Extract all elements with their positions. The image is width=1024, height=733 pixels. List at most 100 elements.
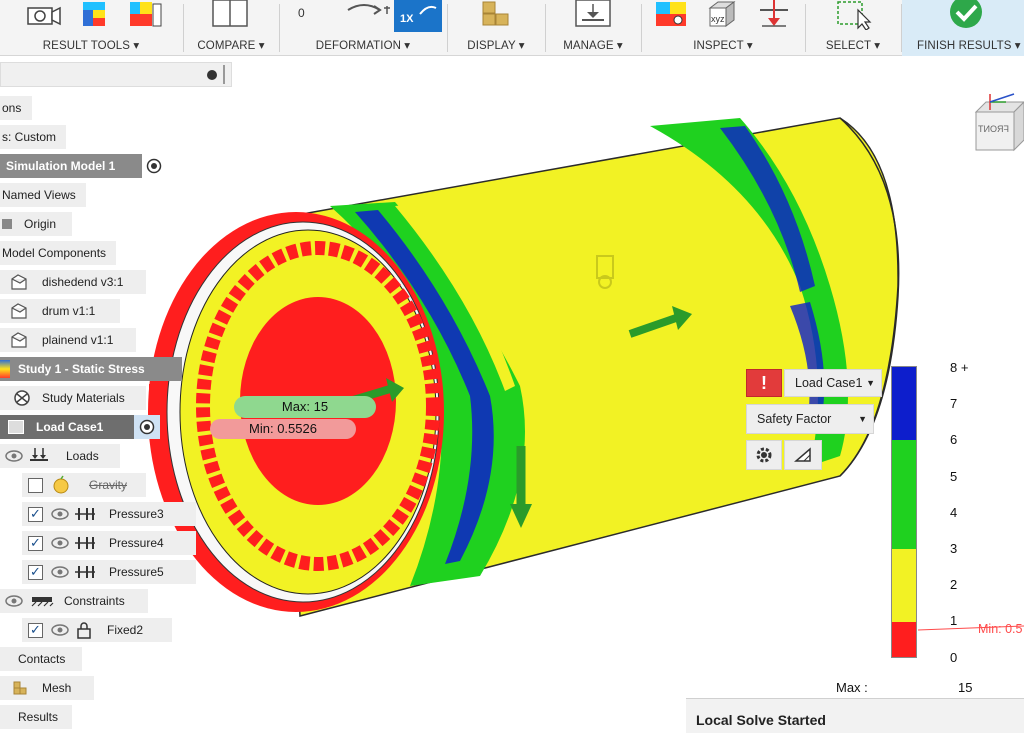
tree-node-contacts[interactable]: Contacts: [0, 647, 82, 671]
tree-node-load-case[interactable]: Load Case1: [0, 415, 134, 439]
tree-node-fixed2[interactable]: ✓ Fixed2: [22, 618, 172, 642]
tree-label: Fixed2: [107, 623, 144, 637]
manage-group[interactable]: MANAGE ▾: [546, 0, 640, 56]
pressure-icon: [75, 508, 95, 520]
load-case-dropdown[interactable]: Load Case1 ▼: [784, 369, 882, 397]
tree-node-dishedend[interactable]: dishedend v3:1: [0, 270, 146, 294]
color-legend-bar[interactable]: [891, 366, 917, 658]
legend-tick: 3: [950, 541, 958, 556]
tree-node-plainend[interactable]: plainend v1:1: [0, 328, 136, 352]
select-label: SELECT ▾: [825, 40, 881, 52]
load-case-activate[interactable]: [134, 415, 160, 439]
eye-icon[interactable]: [47, 533, 73, 553]
probe-icon[interactable]: [654, 0, 692, 30]
display-group[interactable]: DISPLAY ▾: [448, 0, 544, 56]
tree-node-origin[interactable]: Origin: [0, 212, 72, 236]
min-probe-label[interactable]: Min: 0.5526: [210, 419, 356, 439]
max-probe-label[interactable]: Max: 15: [234, 396, 376, 418]
compare-group[interactable]: COMPARE ▾: [184, 0, 278, 56]
tree-node-pressure4[interactable]: ✓ Pressure4: [22, 531, 196, 555]
solve-icon[interactable]: [574, 0, 614, 30]
eye-icon[interactable]: [47, 620, 73, 640]
select-group[interactable]: SELECT ▾: [806, 0, 900, 56]
camera-icon[interactable]: [24, 0, 62, 30]
tree-node-study-materials[interactable]: Study Materials: [0, 386, 146, 410]
browser-header[interactable]: [0, 62, 232, 87]
tree-label: Gravity: [89, 478, 128, 492]
component-icon: [11, 332, 27, 348]
activate-radio-icon[interactable]: [139, 419, 155, 435]
select-cursor-icon[interactable]: [836, 0, 876, 30]
tree-node-pressure3[interactable]: ✓ Pressure3: [22, 502, 196, 526]
tree-label: Named Views: [2, 188, 76, 202]
collapse-icon[interactable]: [207, 70, 217, 80]
tree-node-units[interactable]: s: Custom: [0, 125, 66, 149]
eye-icon[interactable]: [0, 591, 26, 611]
legend-tick: 4: [950, 505, 958, 520]
triangle-gradient-icon: [794, 447, 811, 462]
tree-node-options[interactable]: ons: [0, 96, 32, 120]
mesh-display-icon[interactable]: [481, 0, 513, 30]
compare-icon[interactable]: [211, 0, 251, 30]
gravity-checkbox[interactable]: [28, 477, 43, 493]
component-icon: [11, 274, 27, 290]
tree-node-named-views[interactable]: Named Views: [0, 183, 86, 207]
warning-marker: [146, 384, 152, 412]
materials-icon: [14, 390, 30, 406]
fixed2-checkbox[interactable]: ✓: [28, 622, 43, 638]
tree-label: Pressure4: [109, 536, 164, 550]
deformation-group[interactable]: 0 1X DEFORMATION ▾: [280, 0, 446, 56]
gravity-apple-icon: [53, 475, 69, 494]
deformation-shape-icon[interactable]: [344, 0, 390, 26]
eye-icon[interactable]: [0, 446, 26, 466]
result-legend-icon[interactable]: [127, 0, 167, 30]
manage-label: MANAGE ▾: [563, 40, 623, 52]
finish-results-label: FINISH RESULTS ▾: [917, 40, 1021, 52]
browser-resize-handle[interactable]: [223, 65, 225, 84]
tree-label: Contacts: [18, 652, 66, 666]
constraints-icon: [31, 597, 54, 607]
deformation-scale-button[interactable]: 1X: [394, 0, 442, 32]
result-tools-group[interactable]: RESULT TOOLS ▾: [0, 0, 182, 56]
tree-node-pressure5[interactable]: ✓ Pressure5: [22, 560, 196, 584]
checkmark-icon[interactable]: [948, 0, 984, 30]
eye-icon[interactable]: [47, 562, 73, 582]
tree-label: s: Custom: [2, 130, 57, 144]
legend-max-label: Max :: [836, 680, 868, 695]
pressure4-checkbox[interactable]: ✓: [28, 535, 43, 551]
tree-node-study[interactable]: Study 1 - Static Stress: [0, 357, 182, 381]
legend-band-blue: [892, 367, 916, 440]
tree-node-model-components[interactable]: Model Components: [0, 241, 116, 265]
xyz-cube-icon[interactable]: xyz: [706, 0, 740, 30]
finish-results-group[interactable]: FINISH RESULTS ▾: [902, 0, 1024, 56]
tree-node-constraints[interactable]: Constraints: [0, 589, 148, 613]
pressure3-checkbox[interactable]: ✓: [28, 506, 43, 522]
gear-icon: [756, 447, 772, 463]
view-cube-face-label: FRONT: [978, 124, 1009, 134]
tree-node-simulation-model[interactable]: Simulation Model 1: [0, 154, 142, 178]
ribbon-toolbar: RESULT TOOLS ▾ COMPARE ▾ 0 1X DEFORMATIO…: [0, 0, 1024, 56]
result-type-value: Safety Factor: [757, 412, 832, 426]
tree-node-drum[interactable]: drum v1:1: [0, 299, 120, 323]
eye-icon[interactable]: [47, 504, 73, 524]
tree-node-mesh[interactable]: Mesh: [0, 676, 94, 700]
tree-node-results[interactable]: Results: [0, 705, 72, 729]
legend-gradient-button[interactable]: [784, 440, 822, 470]
contour-plot-icon[interactable]: [80, 0, 112, 30]
pressure5-checkbox[interactable]: ✓: [28, 564, 43, 580]
status-message: Local Solve Started: [696, 712, 826, 728]
result-type-dropdown[interactable]: Safety Factor ▼: [746, 404, 874, 434]
tree-node-gravity[interactable]: Gravity: [22, 473, 146, 497]
legend-settings-button[interactable]: [746, 440, 782, 470]
results-warning-button[interactable]: !: [746, 369, 782, 397]
inspect-group[interactable]: xyz INSPECT ▾: [642, 0, 804, 56]
study-icon: [0, 360, 10, 378]
section-plane-icon[interactable]: [756, 0, 792, 30]
activate-radio-icon[interactable]: [146, 158, 162, 174]
tree-node-loads[interactable]: Loads: [0, 444, 120, 468]
status-bar: Local Solve Started: [686, 698, 1024, 733]
result-tools-label: RESULT TOOLS ▾: [42, 40, 140, 52]
view-cube[interactable]: FRONT: [970, 90, 1024, 160]
legend-tick: 8 +: [950, 360, 969, 375]
load-case-icon: [8, 420, 24, 434]
